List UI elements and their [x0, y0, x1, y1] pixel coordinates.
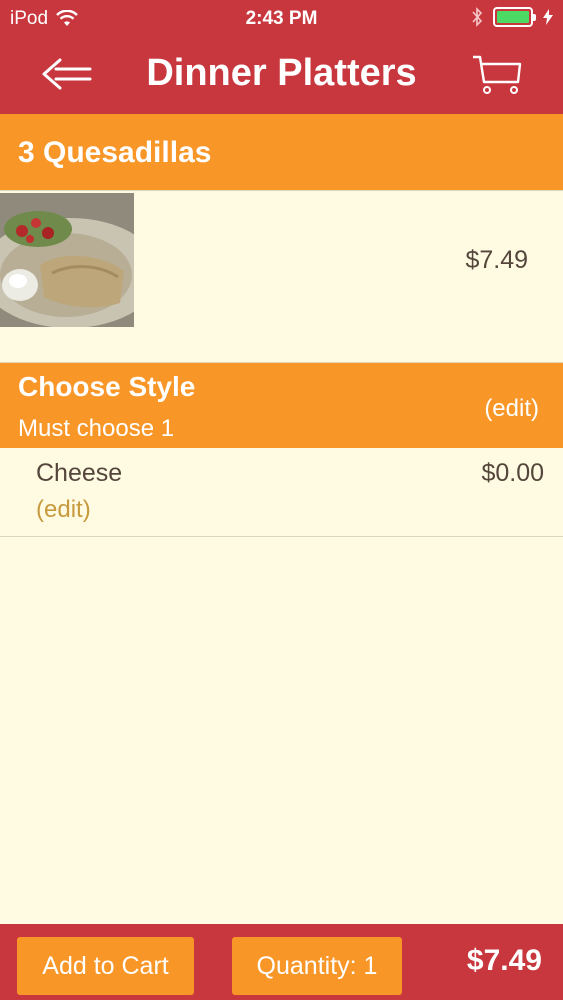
bottom-toolbar: Add to Cart Quantity: 1 $7.49	[0, 924, 563, 1000]
cart-icon[interactable]	[470, 52, 526, 96]
bluetooth-icon	[472, 7, 483, 27]
item-price: $7.49	[465, 246, 528, 274]
status-bar: iPod 2:43 PM	[0, 0, 563, 36]
order-total: $7.49	[466, 944, 542, 977]
option-edit-link[interactable]: (edit)	[36, 496, 91, 524]
quantity-button[interactable]: Quantity: 1	[232, 937, 402, 995]
item-name: 3 Quesadillas	[18, 136, 212, 169]
status-right	[471, 7, 553, 27]
battery-fill	[497, 11, 529, 23]
charging-icon	[543, 9, 553, 25]
item-name-header: 3 Quesadillas	[0, 114, 563, 190]
nav-bar: Dinner Platters	[0, 36, 563, 114]
option-group-header: Choose Style Must choose 1 (edit)	[0, 362, 563, 448]
battery-icon	[493, 7, 536, 27]
item-details: $7.49	[0, 190, 563, 362]
food-photo[interactable]	[0, 193, 134, 327]
option-price: $0.00	[481, 459, 544, 487]
option-group-requirement: Must choose 1	[18, 415, 175, 442]
option-group-title: Choose Style	[18, 371, 196, 402]
option-row[interactable]: Cheese $0.00 (edit)	[0, 448, 563, 537]
option-group-edit-link[interactable]: (edit)	[484, 395, 539, 423]
add-to-cart-button[interactable]: Add to Cart	[17, 937, 194, 995]
option-name: Cheese	[36, 459, 123, 487]
